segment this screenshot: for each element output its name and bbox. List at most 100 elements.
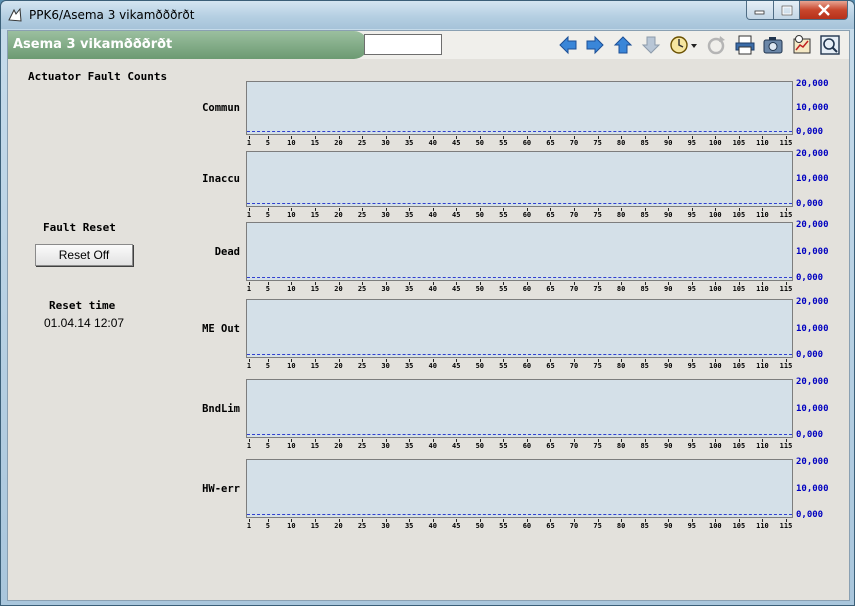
x-tick-label: 95	[687, 522, 696, 530]
x-tick-label: 50	[475, 211, 485, 219]
x-tick-label: 110	[756, 362, 769, 370]
x-tick-label: 35	[404, 442, 414, 450]
chart-label-1: Commun	[202, 102, 240, 114]
chart-plot-area-5[interactable]	[246, 379, 793, 438]
x-tick-label: 115	[779, 285, 793, 293]
x-tick-label: 10	[287, 285, 296, 293]
chart-plot-area-4[interactable]	[246, 299, 793, 358]
series-line-3	[247, 277, 792, 278]
window-title: PPK6/Asema 3 vikamðððrðt	[29, 8, 195, 22]
x-tick-label: 25	[357, 139, 367, 147]
x-tick-label: 95	[687, 139, 696, 147]
x-tick-label: 10	[287, 211, 296, 219]
x-tick-label: 25	[357, 211, 367, 219]
y-tick-label: 10,000	[796, 174, 829, 184]
series-line-5	[247, 434, 792, 435]
x-tick-label: 90	[664, 442, 673, 450]
y-tick-label: 20,000	[796, 457, 829, 467]
x-tick-label: 80	[616, 139, 626, 147]
x-tick-label: 35	[404, 362, 414, 370]
refresh-button[interactable]	[704, 33, 728, 57]
x-tick-label: 100	[709, 211, 722, 219]
x-axis: 1 5 10 15 20 25 30 35 40 45 50 55 60 65 70 75 80 85 90 95 10…	[246, 519, 793, 532]
x-tick-label: 25	[357, 522, 367, 530]
x-tick-label: 115	[779, 139, 793, 147]
x-tick-label: 85	[640, 285, 649, 293]
x-tick-label: 75	[593, 211, 602, 219]
chart-label-4: ME Out	[202, 322, 240, 335]
x-tick-label: 15	[310, 211, 320, 219]
x-tick-label: 95	[687, 211, 696, 219]
x-tick-label: 45	[452, 362, 461, 370]
x-tick-label: 30	[381, 522, 390, 530]
x-axis: 1 5 10 15 20 25 30 35 40 45 50 55 60 65 70 75 80 85 90 95 10…	[246, 359, 793, 372]
snapshot-button[interactable]	[761, 33, 785, 57]
series-line-6	[247, 514, 792, 515]
x-tick-label: 60	[522, 139, 532, 147]
x-tick-label: 55	[499, 362, 508, 370]
minimize-button[interactable]	[746, 1, 774, 20]
maximize-button[interactable]	[773, 1, 800, 20]
x-tick-label: 80	[616, 362, 626, 370]
printer-icon	[735, 35, 755, 55]
x-tick-label: 50	[475, 362, 485, 370]
x-tick-label: 5	[265, 139, 270, 147]
fault-reset-label: Fault Reset	[43, 221, 116, 234]
x-tick-label: 85	[640, 139, 649, 147]
x-tick-label: 15	[310, 285, 320, 293]
x-axis: 1 5 10 15 20 25 30 35 40 45 50 55 60 65 70 75 80 85 90 95 10…	[246, 136, 793, 149]
arrow-up-icon	[613, 36, 633, 54]
x-tick-label: 35	[404, 522, 414, 530]
up-button[interactable]	[611, 33, 635, 57]
chart-plot-area-3[interactable]	[246, 222, 793, 281]
forward-button[interactable]	[583, 33, 607, 57]
x-tick-label: 25	[357, 285, 367, 293]
chart-plot-area-6[interactable]	[246, 459, 793, 518]
y-tick-label: 0,000	[796, 199, 824, 209]
x-tick-label: 65	[546, 522, 555, 530]
x-tick-label: 85	[640, 522, 649, 530]
x-tick-label: 15	[310, 362, 320, 370]
x-tick-label: 10	[287, 362, 296, 370]
series-line-2	[247, 203, 792, 204]
x-tick-label: 105	[732, 211, 746, 219]
back-button[interactable]	[556, 33, 580, 57]
history-dropdown-button[interactable]	[667, 33, 699, 57]
x-tick-label: 65	[546, 442, 555, 450]
x-tick-label: 90	[664, 285, 673, 293]
x-tick-label: 20	[334, 139, 343, 147]
x-tick-label: 35	[404, 139, 414, 147]
x-tick-label: 5	[265, 285, 270, 293]
x-tick-label: 80	[616, 211, 626, 219]
chart-plot-area-1[interactable]	[246, 81, 793, 135]
x-tick-label: 55	[499, 442, 508, 450]
print-button[interactable]	[733, 33, 757, 57]
x-tick-label: 60	[522, 442, 532, 450]
trend-button[interactable]	[790, 33, 814, 57]
x-tick-label: 80	[616, 522, 626, 530]
x-tick-label: 15	[310, 139, 320, 147]
y-tick-label: 10,000	[796, 103, 829, 113]
x-tick-label: 60	[522, 211, 532, 219]
zoom-button[interactable]	[818, 33, 842, 57]
x-tick-label: 110	[756, 285, 769, 293]
x-tick-label: 65	[546, 139, 555, 147]
x-tick-label: 50	[475, 522, 485, 530]
y-tick-label: 10,000	[796, 323, 829, 334]
x-axis: 1 5 10 15 20 25 30 35 40 45 50 55 60 65 70 75 80 85 90 95 10…	[246, 439, 793, 452]
x-tick-label: 5	[265, 442, 270, 450]
arrow-right-icon	[586, 35, 604, 55]
title-bar[interactable]: PPK6/Asema 3 vikamðððrðt	[1, 1, 854, 29]
x-tick-label: 50	[475, 139, 485, 147]
zoom-icon	[820, 35, 840, 55]
x-tick-label: 70	[569, 211, 579, 219]
chart-plot-area-2[interactable]	[246, 151, 793, 207]
search-input[interactable]	[364, 34, 442, 55]
x-tick-label: 15	[310, 522, 320, 530]
x-tick-label: 95	[687, 285, 696, 293]
refresh-icon	[707, 36, 725, 55]
down-button[interactable]	[639, 33, 663, 57]
x-tick-label: 70	[569, 522, 579, 530]
x-tick-label: 55	[499, 522, 508, 530]
close-button[interactable]	[799, 1, 848, 20]
